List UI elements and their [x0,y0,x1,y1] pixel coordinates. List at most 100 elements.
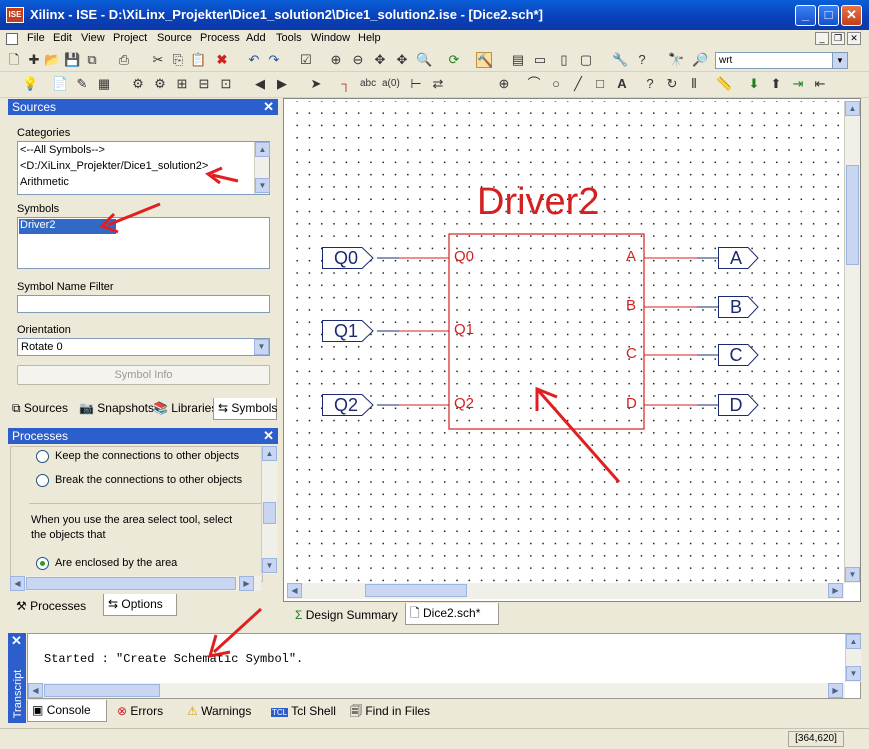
categories-scrollbar[interactable]: ▲ ▼ [254,142,270,194]
categories-list[interactable]: <--All Symbols--> <D:/XiLinx_Projekter/D… [17,141,270,195]
close-button[interactable]: ✕ [841,5,862,26]
scroll-up-icon[interactable]: ▲ [846,634,861,649]
output-port-b[interactable]: B [718,296,770,318]
back-icon[interactable]: ◀ [252,76,268,92]
scroll-right-icon[interactable]: ▶ [828,683,843,698]
delete-icon[interactable]: ✖ [214,52,230,68]
menu-source[interactable]: Source [157,32,192,44]
import-icon[interactable]: ⇤ [812,76,828,92]
input-port-q1[interactable]: Q1 [322,320,374,342]
search-combo[interactable]: wrt ▼ [715,52,848,69]
document-icon[interactable] [6,33,18,45]
menu-tools[interactable]: Tools [276,32,302,44]
scroll-down-icon[interactable]: ▼ [846,666,861,681]
chip-icon[interactable]: ⚙ [130,76,146,92]
new-file-icon[interactable]: 🗋 [6,52,22,68]
console-vscrollbar[interactable]: ▲ ▼ [845,634,861,682]
mdi-restore-button[interactable]: ❐ [831,32,845,45]
orientation-select[interactable]: Rotate 0 ▼ [17,338,270,356]
add-bus-icon[interactable]: ⊢ [408,76,424,92]
close-icon[interactable]: ✕ [263,99,274,115]
scroll-right-icon[interactable]: ▶ [828,583,843,598]
add-wire-icon[interactable]: ┐ [338,76,354,92]
wrench-icon[interactable]: 🔧 [612,52,628,68]
cascade-icon[interactable]: ▤ [510,52,526,68]
tab-snapshots[interactable]: 📷 Snapshots [75,398,158,420]
zoom-fit-icon[interactable]: ✥ [372,52,388,68]
tile-vertical-icon[interactable]: ▯ [556,52,572,68]
input-port-q2[interactable]: Q2 [322,394,374,416]
scroll-thumb[interactable] [263,502,276,524]
arc-icon[interactable]: ⌒ [526,76,542,92]
mdi-close-button[interactable]: ✕ [847,32,861,45]
symbol-name-filter-input[interactable] [17,295,270,313]
add-net-name-icon[interactable]: abc [360,76,376,92]
output-port-a[interactable]: A [718,247,770,269]
menu-edit[interactable]: Edit [53,32,72,44]
scroll-up-icon[interactable]: ▲ [262,446,277,461]
tab-find-in-files[interactable]: 🗐 Find in Files [346,701,434,723]
minimize-button[interactable]: _ [795,5,816,26]
cut-icon[interactable]: ✂ [150,52,166,68]
add-bus-tap-icon[interactable]: a(0) [382,76,400,92]
edit-icon[interactable]: ✎ [74,76,90,92]
console-area[interactable]: Started : "Create Schematic Symbol". ▲ ▼… [27,633,861,699]
scroll-thumb[interactable] [44,684,160,697]
upload-icon[interactable]: ⬆ [768,76,784,92]
canvas-vscrollbar[interactable]: ▲ ▼ [844,101,860,583]
tab-sources[interactable]: ⧉ Sources [8,398,72,420]
scroll-left-icon[interactable]: ◀ [10,576,25,591]
hammer-icon[interactable]: 🔨 [476,52,493,68]
circle-icon[interactable]: ○ [548,76,564,92]
tab-symbols[interactable]: ⇆ Symbols [213,398,277,420]
close-icon[interactable]: ✕ [263,428,274,444]
ruler-icon[interactable]: 📏 [716,76,732,92]
scroll-up-icon[interactable]: ▲ [845,101,860,116]
menu-window[interactable]: Window [311,32,350,44]
menu-process[interactable]: Process [200,32,240,44]
forward-icon[interactable]: ▶ [274,76,290,92]
refresh-icon[interactable]: ⟳ [446,52,462,68]
find-icon[interactable]: 🔎 [692,52,708,68]
redo-icon[interactable]: ↷ [266,52,282,68]
add-symbol-icon[interactable]: ⊕ [496,76,512,92]
menu-file[interactable]: File [27,32,45,44]
pop-icon[interactable]: ⊟ [196,76,212,92]
radio-enclosed[interactable] [36,557,49,570]
report-icon[interactable]: 📄 [52,76,68,92]
zoom-in-icon[interactable]: ⊕ [328,52,344,68]
scroll-left-icon[interactable]: ◀ [287,583,302,598]
scroll-thumb[interactable] [846,165,859,265]
copy-icon[interactable]: ⎘ [170,52,186,68]
new-project-icon[interactable]: ✚ [26,52,42,68]
export-icon[interactable]: ⇥ [790,76,806,92]
menu-view[interactable]: View [81,32,105,44]
scroll-down-icon[interactable]: ▼ [255,178,270,193]
symbol-wizard-icon[interactable]: ⚙ [152,76,168,92]
tab-dice2-sch[interactable]: 🗋 Dice2.sch* [405,603,499,625]
zoom-area-icon[interactable]: 🔍 [416,52,432,68]
symbols-list[interactable]: Driver2 [17,217,270,269]
select-arrow-icon[interactable]: ➤ [308,76,324,92]
menu-project[interactable]: Project [113,32,147,44]
attribute-icon[interactable]: ? [642,76,658,92]
symbol-info-button[interactable]: Symbol Info [17,365,270,385]
rotate-icon[interactable]: ↻ [664,76,680,92]
add-io-marker-icon[interactable]: ⇄ [430,76,446,92]
chevron-down-icon[interactable]: ▼ [254,339,269,355]
canvas-hscrollbar[interactable]: ◀ ▶ [287,583,844,599]
tab-design-summary[interactable]: Σ Design Summary [291,605,399,627]
output-port-c[interactable]: C [718,344,770,366]
list-item[interactable]: <--All Symbols--> [20,144,105,156]
undo-icon[interactable]: ↶ [246,52,262,68]
menu-add[interactable]: Add [246,32,266,44]
options-vscrollbar[interactable]: ▲ ▼ [261,446,277,574]
properties-icon[interactable]: ▦ [96,76,112,92]
tab-options[interactable]: ⇆ Options [103,594,177,616]
chevron-down-icon[interactable]: ▼ [832,53,847,68]
scroll-thumb[interactable] [26,577,236,590]
scroll-right-icon[interactable]: ▶ [239,576,254,591]
menu-help[interactable]: Help [358,32,381,44]
list-item-selected[interactable]: Driver2 [19,219,116,234]
push-icon[interactable]: ⊞ [174,76,190,92]
